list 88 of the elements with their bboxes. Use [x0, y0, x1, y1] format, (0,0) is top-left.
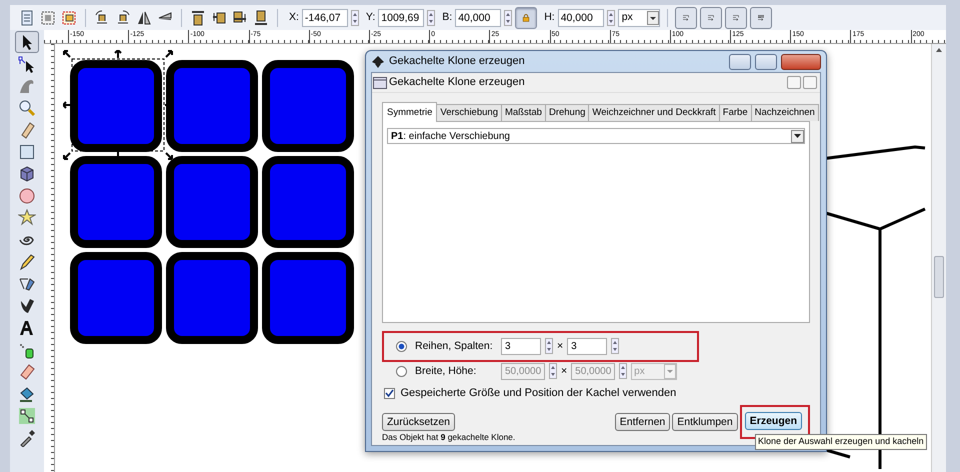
- field-label: Y:: [366, 10, 376, 25]
- tab[interactable]: Drehung: [544, 104, 590, 121]
- rounded-square[interactable]: [166, 252, 258, 344]
- drawing-canvas[interactable]: [55, 44, 931, 472]
- connector-icon: [18, 407, 36, 425]
- minimize-button[interactable]: [729, 54, 751, 70]
- rounded-square[interactable]: [70, 156, 162, 248]
- spin-buttons-icon[interactable]: [611, 338, 620, 355]
- dialog-button[interactable]: Zurücksetzen: [382, 412, 456, 430]
- node-arrow-icon: [18, 55, 36, 73]
- rectangle-icon: [18, 143, 36, 161]
- dialog-button[interactable]: Entklumpen: [672, 412, 738, 430]
- panel-collapse-button[interactable]: [787, 76, 801, 89]
- spin-buttons-icon[interactable]: [427, 10, 436, 26]
- calligraphy-icon: [18, 297, 36, 315]
- lower-bottom-icon[interactable]: [252, 8, 270, 26]
- dropdown-arrow-icon: [794, 134, 801, 138]
- selection-handles-drawing[interactable]: [63, 50, 173, 160]
- number-field[interactable]: 3: [501, 338, 541, 355]
- number-field: 50,0000: [571, 363, 616, 380]
- scrollbar-thumb[interactable]: [934, 256, 944, 298]
- raise-top-icon[interactable]: [189, 8, 207, 26]
- number-field[interactable]: 3: [567, 338, 608, 355]
- tab[interactable]: Maßstab: [500, 104, 546, 121]
- rounded-square[interactable]: [70, 252, 162, 344]
- rounded-square[interactable]: [262, 156, 354, 248]
- option-label: Breite, Höhe:: [415, 364, 478, 379]
- symmetry-dropdown[interactable]: P1: einfache Verschiebung: [387, 128, 805, 144]
- checkbox[interactable]: [384, 388, 395, 399]
- dialog-button[interactable]: Erzeugen: [744, 412, 802, 430]
- times-sign: ×: [557, 338, 564, 354]
- wave-icon: [18, 77, 36, 95]
- unit-dropdown: px: [631, 363, 678, 380]
- panel-title: Gekachelte Klone erzeugen: [389, 75, 526, 90]
- tooltip: Klone der Auswahl erzeugen und kacheln: [755, 434, 927, 450]
- number-field[interactable]: 40,000: [558, 8, 604, 26]
- unit-dropdown[interactable]: px: [618, 8, 660, 26]
- text-icon: [18, 319, 36, 337]
- tab[interactable]: Weichzeichner und Deckkraft: [588, 104, 720, 121]
- status-text: Das Objekt hat 9 gekachelte Klone.: [382, 430, 516, 444]
- tool-button[interactable]: [15, 31, 39, 53]
- option-label: Reihen, Spalten:: [415, 338, 494, 354]
- panel-close-button[interactable]: [803, 76, 817, 89]
- number-field: 50,0000: [501, 363, 545, 380]
- star-icon: [18, 209, 36, 227]
- eraser-icon: [18, 363, 36, 381]
- vertical-scrollbar[interactable]: [931, 44, 946, 472]
- close-button[interactable]: [781, 54, 821, 70]
- rounded-square[interactable]: [262, 252, 354, 344]
- rounded-square[interactable]: [262, 60, 354, 152]
- rounded-square[interactable]: [166, 156, 258, 248]
- zoom-icon: [18, 99, 36, 117]
- number-field[interactable]: -146,07: [302, 8, 348, 26]
- field-label: X:: [289, 10, 299, 25]
- paint-bucket-icon: [18, 385, 36, 403]
- spin-buttons-icon: [549, 363, 557, 380]
- rounded-square[interactable]: [70, 60, 162, 152]
- tab[interactable]: Symmetrie: [382, 102, 438, 122]
- select-rect-icon[interactable]: [60, 8, 78, 26]
- pencil-icon: [18, 253, 36, 271]
- spin-buttons-icon[interactable]: [504, 10, 512, 26]
- tab[interactable]: Nachzeichnen: [750, 104, 819, 121]
- panel-icon: [373, 76, 387, 88]
- select-all-icon[interactable]: [39, 8, 57, 26]
- number-field[interactable]: 40,000: [455, 8, 502, 26]
- cube-icon: [18, 165, 36, 183]
- times-sign: ×: [561, 364, 568, 379]
- scroll-up-icon[interactable]: [934, 46, 944, 54]
- number-field[interactable]: 1009,69: [378, 8, 424, 26]
- lock-button[interactable]: [515, 6, 538, 28]
- app-icon: [371, 54, 385, 68]
- dropper-icon: [18, 429, 36, 447]
- spin-buttons-icon[interactable]: [606, 10, 615, 26]
- checkbox-label: Gespeicherte Größe und Position der Kachel verwenden: [400, 386, 676, 401]
- spin-buttons-icon: [619, 363, 628, 380]
- tab[interactable]: Verschiebung: [436, 104, 502, 121]
- window-title: Gekachelte Klone erzeugen: [389, 54, 526, 70]
- field-label: B:: [442, 10, 452, 25]
- dialog-button[interactable]: Entfernen: [614, 412, 670, 430]
- tab[interactable]: Farbe: [718, 104, 752, 121]
- radio-button[interactable]: [396, 341, 407, 352]
- spin-buttons-icon[interactable]: [350, 10, 359, 26]
- spin-buttons-icon[interactable]: [545, 338, 553, 355]
- circle-icon: [18, 187, 36, 205]
- field-label: H:: [544, 10, 555, 25]
- maximize-button[interactable]: [755, 54, 777, 70]
- rounded-square[interactable]: [166, 60, 258, 152]
- spray-icon: [18, 341, 36, 359]
